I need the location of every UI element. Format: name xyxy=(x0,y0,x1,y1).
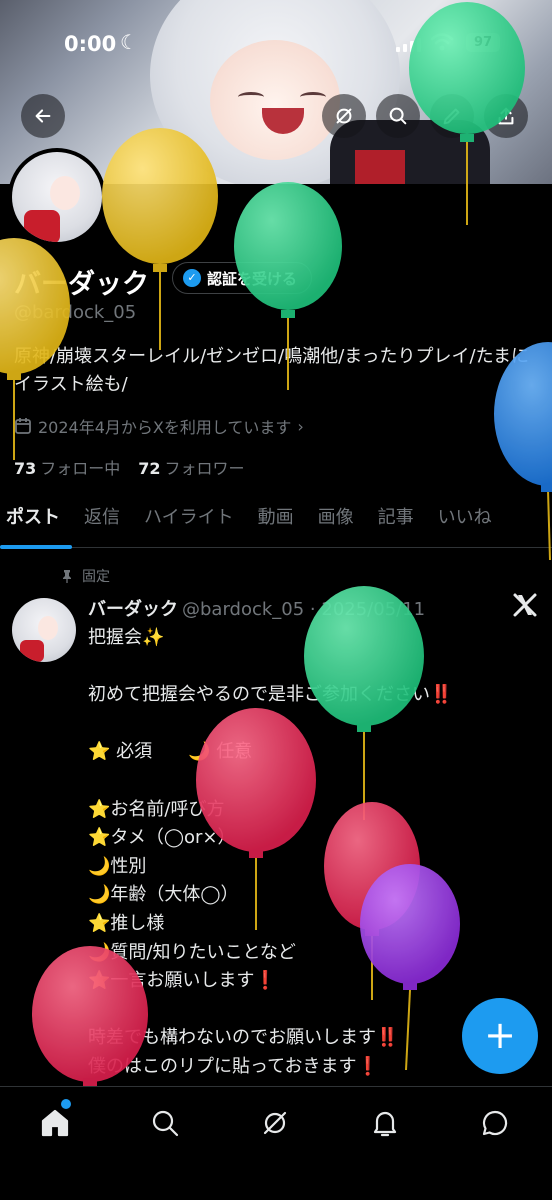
verified-badge-icon: ✓ xyxy=(183,269,201,287)
followers-link[interactable]: 72 フォロワー xyxy=(138,455,244,479)
nav-messages[interactable] xyxy=(479,1107,511,1139)
bottom-navigation xyxy=(0,1086,552,1200)
share-button[interactable] xyxy=(484,94,528,138)
tab-likes[interactable]: いいね xyxy=(426,490,504,548)
tab-articles[interactable]: 記事 xyxy=(366,490,426,548)
edit-button[interactable] xyxy=(430,94,474,138)
post-author-avatar[interactable] xyxy=(12,598,76,662)
profile-tabs: ポスト 返信 ハイライト 動画 画像 記事 いいね xyxy=(0,490,552,549)
status-bar: 0:00 ☾ 97 xyxy=(0,28,552,62)
pinned-label: 固定 xyxy=(82,569,110,585)
wifi-icon xyxy=(430,33,454,51)
calendar-icon xyxy=(15,418,31,434)
profile-avatar[interactable] xyxy=(8,148,106,246)
joined-date-text: 2024年4月からXを利用しています xyxy=(38,418,292,437)
x-logo-icon xyxy=(513,593,537,617)
bell-icon xyxy=(373,1111,397,1137)
joined-date: 2024年4月からXを利用しています › xyxy=(14,414,304,438)
avatar-image xyxy=(12,152,102,242)
tab-replies[interactable]: 返信 xyxy=(72,490,132,548)
get-verified-button[interactable]: ✓ 認証を受ける xyxy=(172,262,313,294)
nav-grok[interactable] xyxy=(259,1107,291,1139)
nav-notifications[interactable] xyxy=(369,1107,401,1139)
profile-bio: 原神/崩壊スターレイル/ゼンゼロ/鳴潮他/まったりプレイ/たまにイラスト絵も/ xyxy=(14,346,530,395)
pencil-icon xyxy=(443,108,460,125)
back-arrow-icon xyxy=(35,109,51,123)
share-icon xyxy=(498,107,514,125)
nav-home[interactable] xyxy=(39,1107,71,1139)
nav-search[interactable] xyxy=(149,1107,181,1139)
tab-images[interactable]: 画像 xyxy=(306,490,366,548)
tab-posts[interactable]: ポスト xyxy=(0,490,72,549)
post-author-name[interactable]: バーダック xyxy=(88,599,178,620)
back-button[interactable] xyxy=(21,94,65,138)
home-notification-dot xyxy=(61,1099,71,1109)
search-icon xyxy=(152,1110,179,1137)
grok-icon xyxy=(263,1111,287,1135)
tab-highlights[interactable]: ハイライト xyxy=(132,490,246,548)
followers-label: フォロワー xyxy=(164,459,245,478)
cellular-signal-icon xyxy=(396,38,421,52)
search-icon xyxy=(389,107,407,125)
chevron-right-icon: › xyxy=(297,416,304,436)
following-link[interactable]: 73 フォロー中 xyxy=(14,455,120,479)
compose-post-button[interactable]: + xyxy=(462,998,538,1074)
message-icon xyxy=(482,1110,508,1136)
following-label: フォロー中 xyxy=(40,459,121,478)
status-time: 0:00 xyxy=(64,32,117,56)
pin-icon xyxy=(63,570,71,583)
follow-stats: 73 フォロー中 72 フォロワー xyxy=(14,455,245,479)
post-header: バーダック @bardock_05 · 2025/05/11 xyxy=(88,595,425,621)
battery-indicator: 97 xyxy=(466,33,500,52)
get-verified-label: 認証を受ける xyxy=(207,269,298,288)
banner-art-eye xyxy=(300,92,326,102)
followers-count: 72 xyxy=(138,459,161,478)
post-meta: @bardock_05 · 2025/05/11 xyxy=(182,599,426,620)
pinned-indicator: 固定 xyxy=(60,566,110,586)
banner-art-coat-accent xyxy=(355,150,405,184)
profile-name: バーダック xyxy=(14,269,149,300)
grok-button[interactable] xyxy=(322,94,366,138)
profile-handle: @bardock_05 xyxy=(14,302,137,323)
focus-moon-icon: ☾ xyxy=(120,30,138,54)
banner-art-eye xyxy=(238,92,264,102)
home-icon xyxy=(41,1109,69,1137)
search-button[interactable] xyxy=(376,94,420,138)
grok-icon xyxy=(336,108,352,124)
following-count: 73 xyxy=(14,459,37,478)
post-text: 把握会✨ 初めて把握会やるので是非ご参加ください‼️ ⭐ 必須 🌙 任意 ⭐お名… xyxy=(88,627,453,1077)
tab-videos[interactable]: 動画 xyxy=(246,490,306,548)
